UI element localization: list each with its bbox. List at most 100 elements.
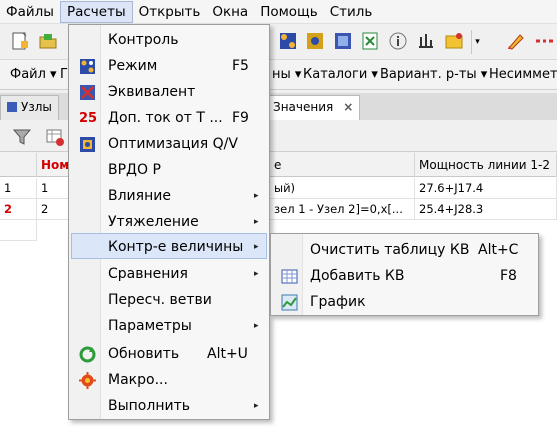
pen-icon[interactable] [506,31,526,51]
menu-item-additional-current[interactable]: 25 Доп. ток от Т ... F9 [71,105,267,131]
menu-item-label: Контроль [108,32,179,48]
grid-header-index[interactable] [0,153,37,177]
equivalent-icon [80,85,95,100]
menu-item-vrdo[interactable]: ВРДО Р [71,157,267,183]
filter-icon[interactable] [12,127,32,147]
line-style-icon[interactable] [534,31,554,51]
submenu-item-chart[interactable]: График [273,289,537,315]
grid-header-line-power[interactable]: Мощность линии 1-2 [415,153,557,177]
partial-dropdown-left[interactable]: Г [60,67,68,82]
tab-nodes[interactable]: Узлы [0,95,59,120]
menu-item-shortcut: Alt+U [207,346,248,362]
menu-help[interactable]: Помощь [254,1,324,23]
file-dropdown[interactable]: Файл ▾ [10,67,57,82]
table-edit-icon[interactable] [45,127,65,147]
submenu-arrow-icon: ▸ [254,191,259,201]
mode-icon [80,59,95,74]
menu-open[interactable]: Открыть [133,1,207,23]
menu-item-optimization[interactable]: Оптимизация Q/V [71,131,267,157]
envelope-icon[interactable] [444,31,464,51]
submenu-arrow-icon: ▸ [254,217,259,227]
grid-header-name[interactable]: е [270,153,415,177]
add-table-icon [281,269,298,284]
network-gold-icon[interactable] [305,31,325,51]
scheme-icon[interactable] [333,31,353,51]
tab-values[interactable]: Значения × [266,95,361,120]
toolbar-dropdown-arrow-icon[interactable]: ▾ [471,30,483,54]
submenu-item-shortcut: F8 [500,268,517,284]
menu-item-execute[interactable]: Выполнить ▸ [71,393,267,419]
table-row-2-name[interactable]: зел 1 - Узел 2]=0,x[... [270,199,415,220]
menu-calculations[interactable]: Расчеты [59,0,133,23]
info-icon[interactable] [388,31,408,51]
menu-item-equivalent[interactable]: Эквивалент [71,79,267,105]
asymmetry-dropdown[interactable]: Несиммет [489,67,557,82]
menu-item-label: Контр-е величины [108,239,244,255]
variants-dropdown[interactable]: Вариант. р-ты ▾ [380,67,487,82]
menu-item-control[interactable]: Контроль [71,27,267,53]
network-icon[interactable] [278,31,298,51]
menu-item-parameters[interactable]: Параметры ▸ [71,313,267,339]
submenu-arrow-icon: ▸ [254,321,259,331]
tab-nodes-label: Узлы [21,100,52,114]
menu-item-label: Макро... [108,372,168,388]
menu-item-label: Пересч. ветви [108,292,212,308]
grid-header-number[interactable]: Ном [37,153,69,177]
table-row-1-number[interactable]: 1 [37,178,69,199]
chart-icon [281,294,298,311]
grid-icon [7,102,17,112]
partial-dropdown-right[interactable]: ны ▾ [272,67,301,82]
submenu-item-label: Очистить таблицу КВ [310,242,470,258]
menu-item-label: Режим [108,58,158,74]
menu-item-label: Влияние [108,188,171,204]
open-folder-icon[interactable] [38,31,58,51]
table-row-1-index[interactable]: 1 [0,178,37,199]
menu-item-label: Утяжеление [108,214,199,230]
menu-item-weighting[interactable]: Утяжеление ▸ [71,209,267,235]
table-row-1-name[interactable]: ый) [270,178,415,199]
table-row-1-power[interactable]: 27.6+J17.4 [415,178,557,199]
submenu-arrow-icon: ▸ [254,269,259,279]
menu-bar: Файлы Расчеты Открыть Окна Помощь Стиль [0,0,557,24]
menu-item-control-values[interactable]: Контр-е величины ▸ [71,233,267,259]
app-window: Файлы Расчеты Открыть Окна Помощь Стиль [0,0,557,445]
menu-item-recalc-branches[interactable]: Пересч. ветви [71,287,267,313]
menu-item-label: Параметры [108,318,192,334]
submenu-item-label: Добавить КВ [310,268,405,284]
menu-item-refresh[interactable]: Обновить Alt+U [71,341,267,367]
new-document-icon[interactable] [10,31,30,51]
menu-item-shortcut: F9 [232,110,249,126]
close-icon[interactable]: × [343,100,353,114]
catalogs-dropdown[interactable]: Каталоги ▾ [303,67,378,82]
menu-item-influence[interactable]: Влияние ▸ [71,183,267,209]
tab-values-label: Значения [273,100,334,114]
refresh-icon [79,346,96,363]
submenu-item-add-kv[interactable]: Добавить КВ F8 [273,263,537,289]
excel-icon[interactable] [360,31,380,51]
menu-item-macro[interactable]: Макро... [71,367,267,393]
submenu-item-label: График [310,294,366,310]
menu-files[interactable]: Файлы [0,1,60,23]
table-row-2-index[interactable]: 2 [0,199,37,220]
menu-item-comparisons[interactable]: Сравнения ▸ [71,261,267,287]
calculations-menu: Контроль Режим F5 Эквивалент 25 Доп. ток… [68,24,270,420]
table-row-2-power[interactable]: 25.4+J28.3 [415,199,557,220]
menu-item-label: Сравнения [108,266,188,282]
menu-item-label: Доп. ток от Т ... [108,110,223,126]
macro-icon [79,372,96,389]
menu-item-label: Оптимизация Q/V [108,136,238,152]
current-25-icon: 25 [79,111,98,126]
submenu-arrow-icon: ▸ [254,401,259,411]
table-row-2-number[interactable]: 2 [37,199,69,220]
graph-tool-icon[interactable] [416,31,436,51]
table-row-empty[interactable] [0,220,37,241]
submenu-arrow-icon: ▸ [254,242,259,252]
menu-windows[interactable]: Окна [206,1,254,23]
menu-item-label: Выполнить [108,398,190,414]
menu-item-mode[interactable]: Режим F5 [71,53,267,79]
menu-item-label: Эквивалент [108,84,196,100]
submenu-item-clear-table[interactable]: Очистить таблицу КВ Alt+C [273,237,537,263]
menu-item-label: Обновить [108,346,180,362]
menu-style[interactable]: Стиль [324,1,379,23]
optimization-icon [80,137,95,152]
